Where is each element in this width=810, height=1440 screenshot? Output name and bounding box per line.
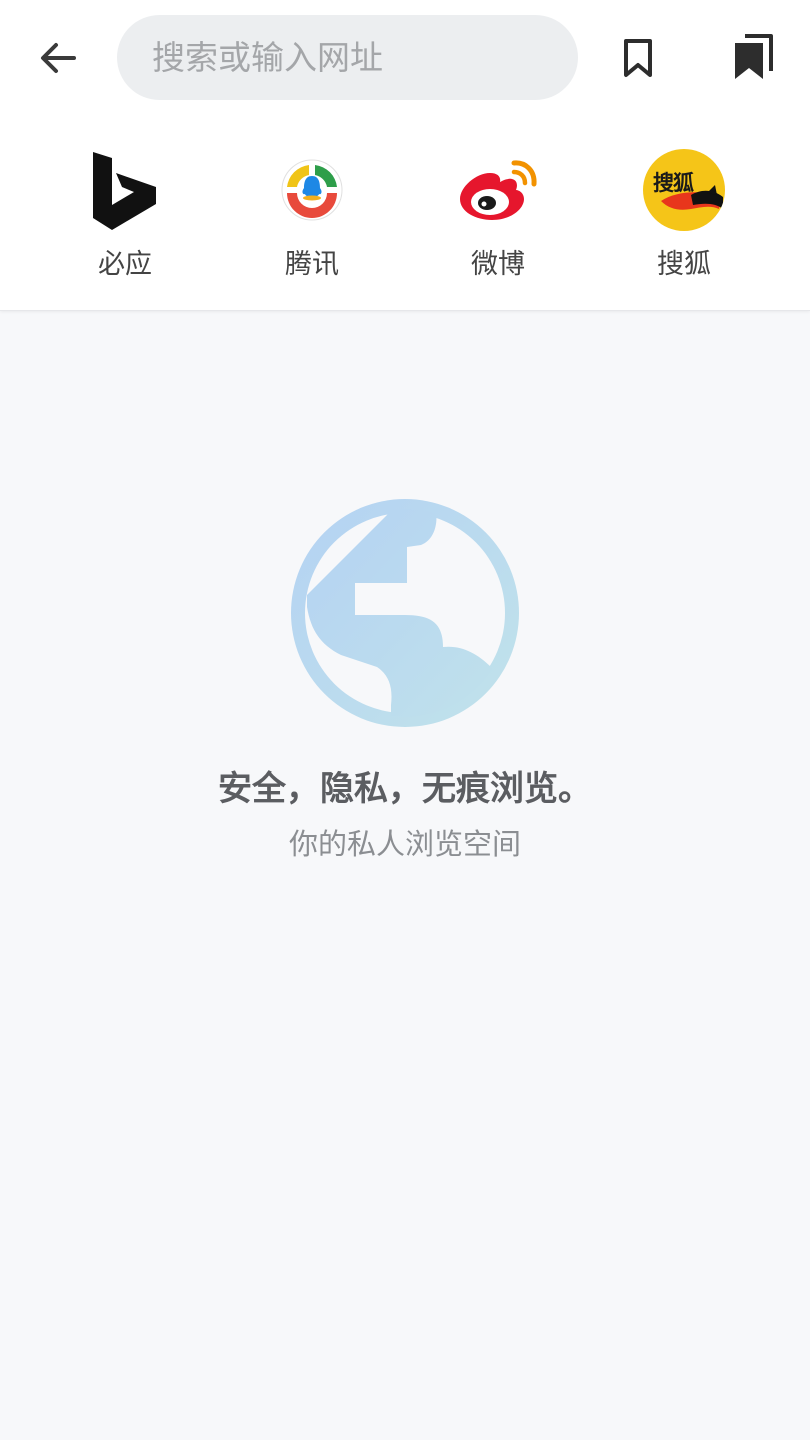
bookmark-button[interactable] [610, 30, 666, 86]
shortcut-label: 搜狐 [657, 249, 711, 280]
shortcut-tencent[interactable]: 腾讯 [242, 148, 382, 288]
bookmark-outline-icon [624, 39, 652, 77]
private-subline: 你的私人浏览空间 [288, 827, 521, 861]
shortcut-sohu[interactable]: 搜狐 搜狐 [614, 148, 754, 288]
back-button[interactable] [30, 30, 86, 86]
globe-icon [291, 499, 519, 727]
top-panel: 必应 腾讯 微博 [0, 0, 810, 311]
private-headline: 安全，隐私，无痕浏览。 [218, 769, 592, 809]
tencent-news-logo [270, 148, 354, 232]
shortcut-label: 腾讯 [285, 249, 339, 280]
shortcut-label: 微博 [471, 249, 525, 280]
arrow-left-icon [41, 43, 76, 73]
shortcut-bing[interactable]: 必应 [55, 148, 195, 288]
bookmarks-button[interactable] [724, 28, 782, 86]
bookmarks-stack-icon [735, 34, 773, 79]
shortcut-label: 必应 [98, 249, 152, 280]
shortcut-weibo[interactable]: 微博 [428, 148, 568, 288]
weibo-logo [456, 148, 540, 232]
bing-logo [83, 148, 167, 232]
sohu-logo: 搜狐 [642, 148, 726, 232]
search-input[interactable] [150, 37, 578, 78]
search-bar[interactable] [117, 15, 578, 100]
